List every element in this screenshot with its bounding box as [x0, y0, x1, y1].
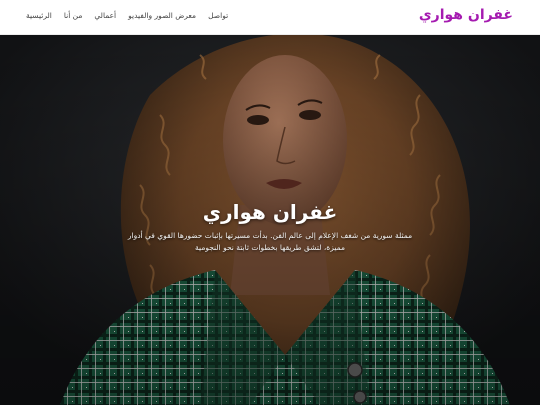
hero-subtitle-line-1: ممثلة سورية من شغف الإعلام إلى عالم الفن… — [127, 231, 413, 240]
nav-item-works[interactable]: أعمالي — [94, 11, 116, 20]
hero-title: غفران هواري — [202, 200, 338, 224]
top-navbar: غفران هواري الرئيسية من أنا أعمالي معرض … — [0, 0, 540, 35]
hero-subtitle: ممثلة سورية من شغف الإعلام إلى عالم الفن… — [110, 230, 430, 254]
nav-item-about[interactable]: من أنا — [64, 11, 83, 20]
hero-text-block: غفران هواري ممثلة سورية من شغف الإعلام إ… — [110, 200, 430, 254]
hero-section: غفران هواري ممثلة سورية من شغف الإعلام إ… — [0, 35, 540, 405]
nav-item-gallery[interactable]: معرض الصور والفيديو — [128, 11, 196, 20]
nav-item-contact[interactable]: تواصل — [208, 11, 228, 20]
site-logo[interactable]: غفران هواري — [419, 7, 513, 23]
nav-menu: الرئيسية من أنا أعمالي معرض الصور والفيد… — [26, 11, 228, 20]
nav-item-home[interactable]: الرئيسية — [26, 11, 52, 20]
hero-subtitle-line-2: مميزة، لتشق طريقها بخطوات ثابتة نحو النج… — [195, 243, 345, 252]
